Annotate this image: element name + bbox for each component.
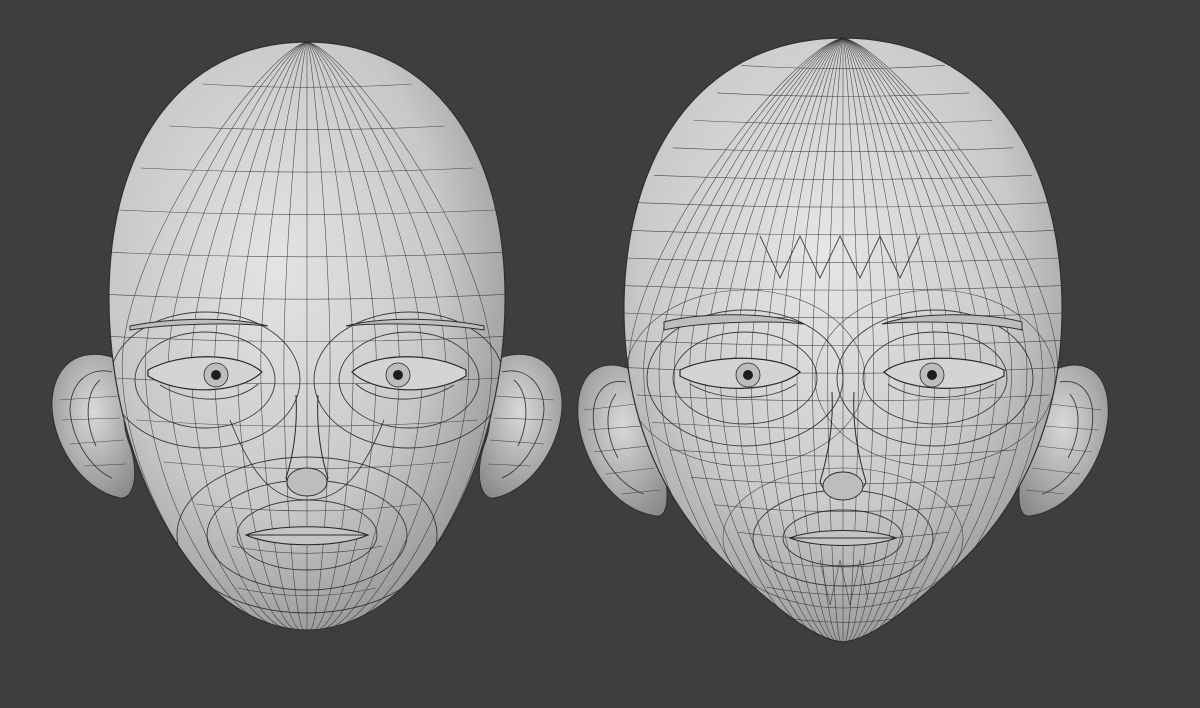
3d-viewport[interactable] — [0, 0, 1200, 708]
head-model-left[interactable] — [51, 41, 563, 631]
viewport-canvas[interactable] — [0, 0, 1200, 708]
head-model-right[interactable] — [577, 37, 1109, 643]
